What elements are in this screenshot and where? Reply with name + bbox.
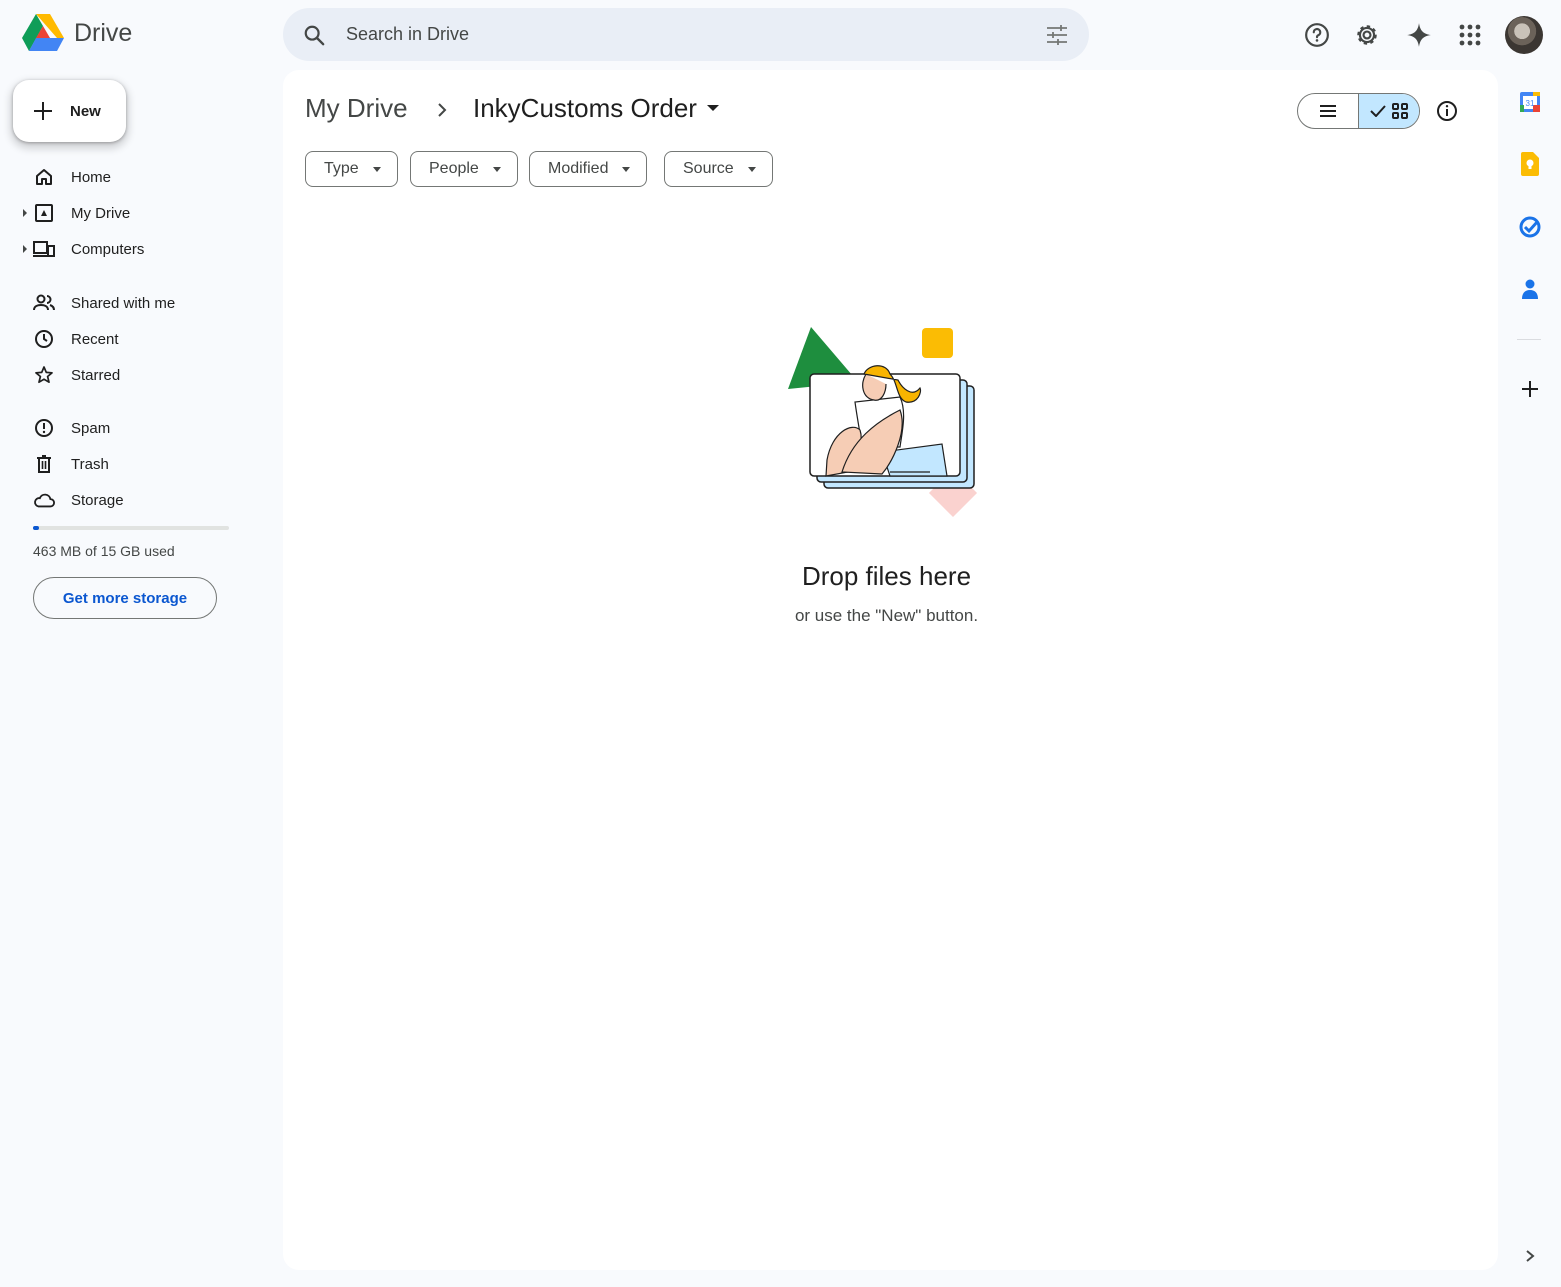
sidebar-item-label: Shared with me [71, 294, 176, 312]
sidebar-item-trash[interactable]: Trash [0, 448, 270, 480]
new-button-label: New [70, 102, 101, 120]
app-name: Drive [74, 18, 133, 47]
gemini-sparkle-icon[interactable] [1399, 15, 1439, 55]
dropdown-arrow-icon [492, 166, 501, 172]
sidebar-item-label: My Drive [71, 204, 131, 222]
expand-caret-icon[interactable] [23, 245, 27, 253]
svg-text:31: 31 [1526, 99, 1535, 108]
storage-usage-bar [33, 526, 229, 530]
main-content [283, 70, 1498, 1270]
drive-logo-icon [22, 14, 64, 51]
empty-folder-illustration [788, 327, 978, 518]
sidebar-item-storage[interactable]: Storage [0, 484, 270, 516]
view-toggle[interactable] [1297, 93, 1420, 129]
expand-caret-icon[interactable] [23, 209, 27, 217]
storage-usage-fill [33, 526, 39, 530]
cloud-icon [33, 489, 55, 511]
sidebar-item-home[interactable]: Home [0, 161, 270, 193]
clock-icon [33, 328, 55, 350]
breadcrumb-root[interactable]: My Drive [305, 93, 408, 124]
search-icon[interactable] [303, 24, 325, 46]
contacts-icon[interactable] [1514, 273, 1546, 305]
calendar-icon[interactable]: 31 [1514, 86, 1546, 118]
filter-label: People [429, 160, 479, 177]
dropdown-arrow-icon [747, 166, 756, 172]
sidebar-item-label: Starred [71, 366, 121, 384]
list-icon [1320, 105, 1336, 117]
rail-divider [1517, 339, 1541, 340]
sidebar-item-starred[interactable]: Starred [0, 359, 270, 391]
sidebar-item-label: Computers [71, 240, 145, 258]
account-avatar[interactable] [1505, 16, 1543, 54]
folder-name: InkyCustoms Order [473, 93, 697, 123]
spam-icon [33, 417, 55, 439]
sidebar-item-shared-with-me[interactable]: Shared with me [0, 287, 270, 319]
sidebar-item-spam[interactable]: Spam [0, 412, 270, 444]
computers-icon [33, 238, 55, 260]
filter-type[interactable]: Type [305, 151, 398, 187]
drive-logo[interactable]: Drive [22, 14, 132, 52]
empty-state-subtitle: or use the "New" button. [794, 606, 979, 625]
list-view-button[interactable] [1298, 94, 1358, 128]
empty-state-title: Drop files here [801, 561, 972, 591]
check-icon [1370, 105, 1386, 117]
filter-people[interactable]: People [410, 151, 518, 187]
filter-label: Source [683, 160, 734, 177]
star-icon [33, 364, 55, 386]
chevron-right-icon [438, 103, 447, 117]
add-icon[interactable] [1514, 373, 1546, 405]
my-drive-icon [33, 202, 55, 224]
filter-modified[interactable]: Modified [529, 151, 648, 187]
filter-label: Type [324, 160, 359, 177]
apps-grid-icon[interactable] [1450, 15, 1490, 55]
plus-icon [34, 102, 52, 120]
grid-icon [1392, 103, 1408, 119]
sidebar-item-label: Recent [71, 330, 119, 348]
info-icon[interactable] [1432, 96, 1462, 126]
expand-panel-icon[interactable] [1514, 1240, 1546, 1272]
sidebar-item-label: Storage [71, 491, 124, 509]
storage-usage-text: 463 MB of 15 GB used [33, 543, 175, 559]
tasks-icon[interactable] [1514, 211, 1546, 243]
breadcrumb-current-folder[interactable]: InkyCustoms Order [473, 93, 719, 124]
shared-icon [33, 292, 55, 314]
trash-icon [33, 453, 55, 475]
search-bar[interactable]: Search in Drive [283, 8, 1089, 61]
sidebar-item-label: Home [71, 168, 112, 186]
home-icon [33, 166, 55, 188]
sidebar-item-recent[interactable]: Recent [0, 323, 270, 355]
sidebar-item-label: Spam [71, 419, 111, 437]
filter-label: Modified [548, 160, 609, 177]
sidebar-item-my-drive[interactable]: My Drive [0, 197, 270, 229]
search-input[interactable]: Search in Drive [346, 24, 1045, 45]
dropdown-arrow-icon [372, 166, 381, 172]
search-options-icon[interactable] [1045, 23, 1069, 47]
grid-view-button[interactable] [1358, 94, 1419, 128]
keep-icon[interactable] [1514, 148, 1546, 180]
dropdown-arrow-icon [622, 166, 631, 172]
help-icon[interactable] [1297, 15, 1337, 55]
new-button[interactable]: New [13, 80, 126, 142]
dropdown-arrow-icon [706, 104, 719, 111]
filter-source[interactable]: Source [664, 151, 773, 187]
sidebar-item-computers[interactable]: Computers [0, 233, 270, 265]
sidebar-item-label: Trash [71, 455, 109, 473]
settings-icon[interactable] [1347, 15, 1387, 55]
